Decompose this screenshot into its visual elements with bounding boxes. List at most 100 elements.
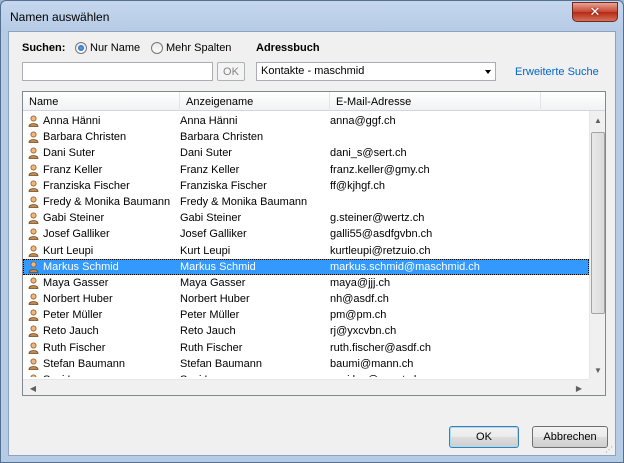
- addressbook-label: Adressbuch: [256, 42, 320, 54]
- table-row[interactable]: Kurt Leupi Kurt Leupi kurtleupi@retzuio.…: [23, 243, 589, 259]
- cancel-button[interactable]: Abbrechen: [532, 426, 608, 448]
- table-row[interactable]: Markus Schmid Markus Schmid markus.schmi…: [23, 258, 589, 275]
- cell-email: baumi@mann.ch: [330, 357, 414, 370]
- cell-email: galli55@asdfgvbn.ch: [330, 228, 433, 241]
- scroll-down-icon[interactable]: ▼: [590, 362, 606, 378]
- cell-name: Norbert Huber: [43, 293, 113, 306]
- cell-email: kurtleupi@retzuio.ch: [330, 244, 431, 257]
- table-row[interactable]: Maya Gasser Maya Gasser maya@jjj.ch: [23, 275, 589, 291]
- cell-name: Anna Hänni: [43, 115, 101, 127]
- cell-display-name: Kurt Leupi: [180, 244, 231, 257]
- radio-unchecked-icon: [151, 42, 163, 54]
- search-input[interactable]: [22, 62, 213, 81]
- list-header: Name Anzeigename E-Mail-Adresse: [23, 92, 605, 111]
- horizontal-scrollbar[interactable]: ◀ ▶: [23, 379, 589, 395]
- search-label: Suchen:: [22, 42, 66, 54]
- radio-more-columns-label: Mehr Spalten: [166, 42, 232, 54]
- chevron-down-icon: [485, 70, 491, 74]
- contact-icon: [30, 374, 37, 377]
- title-bar[interactable]: Namen auswählen ✕: [1, 1, 623, 31]
- table-row[interactable]: Anna Hänni Anna Hänni anna@ggf.ch: [23, 113, 589, 129]
- cell-email: anna@ggf.ch: [330, 115, 396, 127]
- radio-name-only-label: Nur Name: [90, 42, 141, 54]
- cell-email: markus.schmid@maschmid.ch: [330, 260, 480, 273]
- contact-icon: [28, 212, 39, 225]
- table-row[interactable]: Dani Suter Dani Suter dani_s@sert.ch: [23, 145, 589, 161]
- contact-icon: [28, 196, 39, 208]
- cell-name: Josef Galliker: [43, 228, 110, 241]
- advanced-search-link[interactable]: Erweiterte Suche: [515, 66, 599, 78]
- contacts-list[interactable]: Name Anzeigename E-Mail-Adresse Anna Hän…: [22, 91, 606, 396]
- table-row[interactable]: Fredy & Monika Baumann Fredy & Monika Ba…: [23, 194, 589, 210]
- cell-name: Kurt Leupi: [43, 244, 94, 257]
- contact-icon: [28, 228, 39, 241]
- cell-email: franz.keller@gmy.ch: [330, 163, 430, 176]
- cell-display-name: Norbert Huber: [180, 293, 250, 306]
- close-icon: ✕: [589, 4, 601, 19]
- contact-icon: [28, 245, 39, 257]
- cell-display-name: Barbara Christen: [180, 131, 264, 144]
- table-row[interactable]: Franziska Fischer Franziska Fischer ff@k…: [23, 178, 589, 194]
- dialog-window: Namen auswählen ✕ Suchen: Nur Name Mehr …: [0, 0, 624, 463]
- resize-grip-icon[interactable]: ⋰: [605, 445, 615, 455]
- cell-email: pm@pm.ch: [330, 309, 387, 322]
- contact-icon: [28, 164, 39, 176]
- cell-email: maya@jjj.ch: [330, 276, 391, 289]
- cell-name: Barbara Christen: [43, 131, 127, 144]
- scroll-left-icon[interactable]: ◀: [25, 380, 41, 396]
- cell-email: rj@yxcvbn.ch: [330, 325, 397, 338]
- contact-icon: [28, 293, 39, 305]
- cell-display-name: Dani Suter: [180, 147, 232, 160]
- cell-name: Reto Jauch: [43, 325, 99, 338]
- cell-name: Fredy & Monika Baumann: [43, 195, 171, 208]
- cell-display-name: Anna Hänni: [180, 115, 238, 127]
- addressbook-selected-value: Kontakte - maschmid: [261, 65, 365, 77]
- contact-icon: [28, 277, 39, 289]
- cell-name: Susi Lou: [43, 374, 86, 377]
- column-header-display-name[interactable]: Anzeigename: [180, 92, 330, 111]
- cell-email: susi.lou@qwert.ch: [330, 374, 420, 377]
- contact-icon: [28, 358, 39, 370]
- cell-name: Markus Schmid: [43, 260, 119, 273]
- cell-email: dani_s@sert.ch: [330, 147, 407, 160]
- table-row[interactable]: Peter Müller Peter Müller pm@pm.ch: [23, 307, 589, 323]
- table-row[interactable]: Reto Jauch Reto Jauch rj@yxcvbn.ch: [23, 323, 589, 339]
- column-header-email[interactable]: E-Mail-Adresse: [330, 92, 541, 111]
- cell-display-name: Josef Galliker: [180, 228, 247, 241]
- list-rows: Anna Hänni Anna Hänni anna@ggf.ch Barbar…: [23, 113, 589, 377]
- table-row[interactable]: Stefan Baumann Stefan Baumann baumi@mann…: [23, 356, 589, 372]
- column-header-name[interactable]: Name: [23, 92, 180, 111]
- table-row[interactable]: Ruth Fischer Ruth Fischer ruth.fischer@a…: [23, 340, 589, 356]
- cell-name: Gabi Steiner: [43, 212, 105, 225]
- table-row[interactable]: Josef Galliker Josef Galliker galli55@as…: [23, 226, 589, 242]
- cell-email: ff@kjhgf.ch: [330, 179, 385, 192]
- contact-icon: [28, 180, 39, 192]
- table-row[interactable]: Barbara Christen Barbara Christen: [23, 129, 589, 145]
- table-row[interactable]: Susi Lou Susi Lou susi.lou@qwert.ch: [23, 372, 589, 377]
- ok-button[interactable]: OK: [449, 426, 519, 448]
- column-header-empty: [541, 92, 605, 111]
- contact-icon: [28, 309, 39, 322]
- table-row[interactable]: Franz Keller Franz Keller franz.keller@g…: [23, 162, 589, 178]
- search-ok-button[interactable]: OK: [217, 62, 245, 81]
- table-row[interactable]: Norbert Huber Norbert Huber nh@asdf.ch: [23, 291, 589, 307]
- vertical-scrollbar[interactable]: ▲ ▼: [589, 111, 605, 379]
- scroll-up-icon[interactable]: ▲: [590, 112, 606, 128]
- cell-display-name: Stefan Baumann: [180, 357, 262, 370]
- close-button[interactable]: ✕: [572, 2, 618, 22]
- radio-name-only[interactable]: Nur Name: [75, 42, 140, 54]
- cell-display-name: Peter Müller: [180, 309, 240, 322]
- addressbook-select[interactable]: Kontakte - maschmid: [256, 62, 496, 81]
- radio-checked-icon: [75, 42, 87, 54]
- contact-icon: [28, 131, 39, 144]
- cell-email: g.steiner@wertz.ch: [330, 212, 425, 225]
- table-row[interactable]: Gabi Steiner Gabi Steiner g.steiner@wert…: [23, 210, 589, 226]
- radio-more-columns[interactable]: Mehr Spalten: [151, 42, 231, 54]
- cell-name: Maya Gasser: [43, 276, 109, 289]
- scroll-right-icon[interactable]: ▶: [571, 380, 587, 396]
- cell-display-name: Maya Gasser: [180, 276, 246, 289]
- vertical-scroll-thumb[interactable]: [591, 132, 605, 314]
- contact-icon: [28, 115, 39, 127]
- cell-name: Stefan Baumann: [43, 357, 125, 370]
- dialog-client: Suchen: Nur Name Mehr Spalten Adressbuch…: [8, 31, 616, 456]
